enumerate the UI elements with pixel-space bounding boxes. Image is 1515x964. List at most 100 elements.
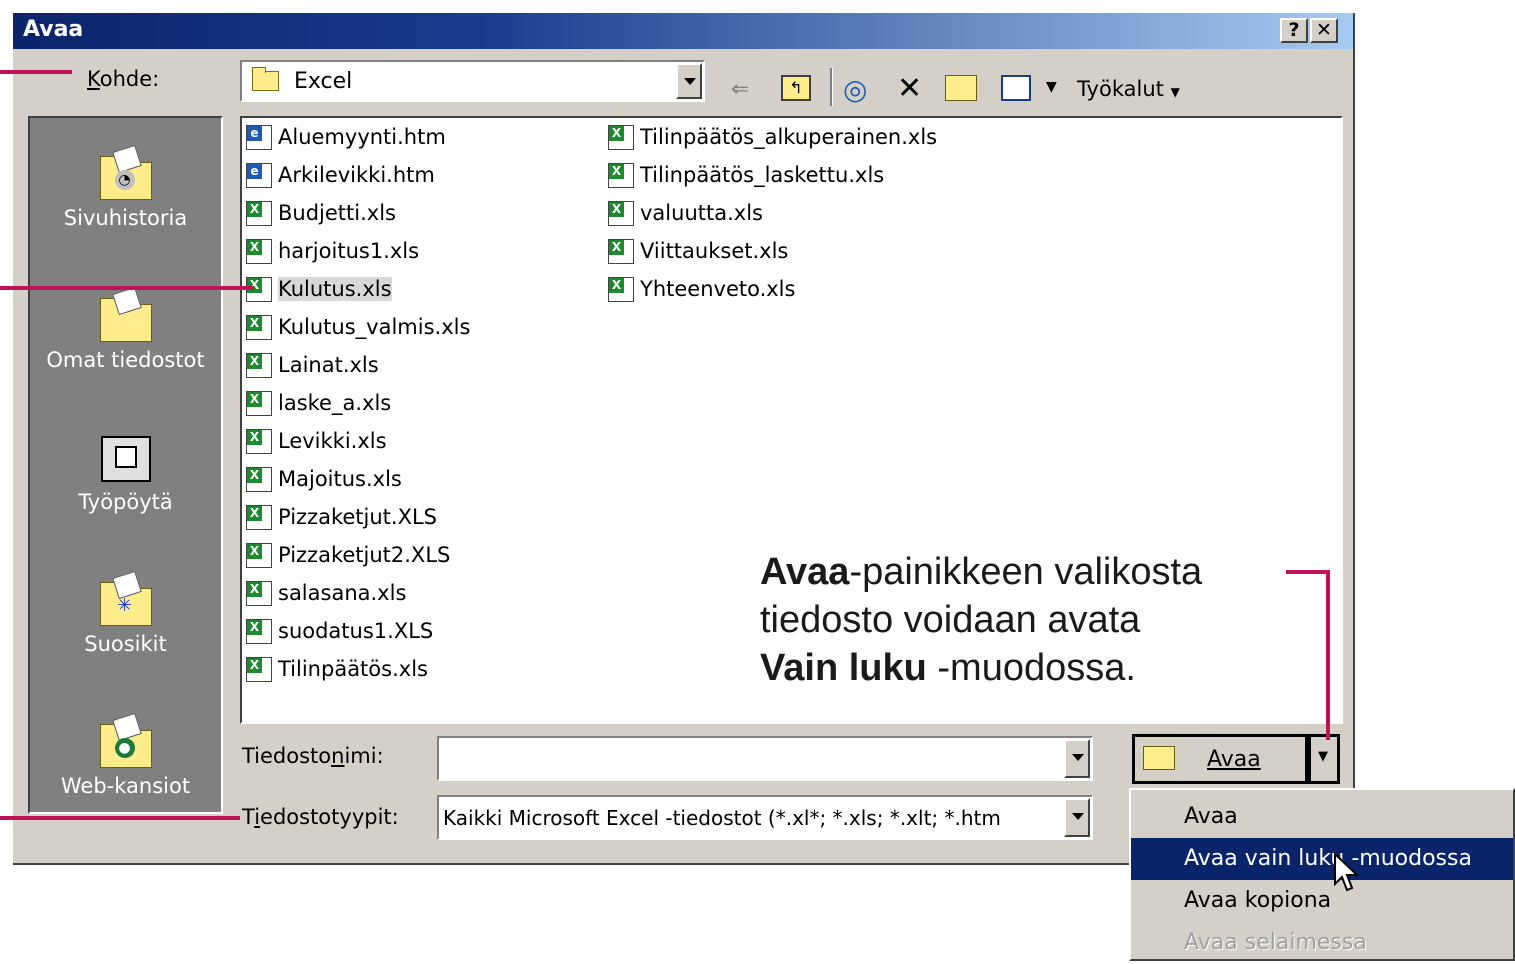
file-item[interactable]: Aluemyynti.htm (244, 121, 446, 153)
excel-file-icon (244, 503, 274, 531)
excel-file-icon (244, 655, 274, 683)
callout-bold-read-only: Vain luku (760, 647, 927, 689)
close-button[interactable]: ✕ (1310, 18, 1338, 43)
filetype-select[interactable]: Kaikki Microsoft Excel -tiedostot (*.xl*… (437, 795, 1093, 840)
chevron-down-icon: ▼ (1318, 749, 1328, 764)
mouse-cursor-icon (1334, 852, 1360, 892)
place-desktop[interactable]: Työpöytä (30, 432, 221, 514)
menu-item-label: Avaa selaimessa (1184, 930, 1367, 955)
excel-file-icon (244, 351, 274, 379)
file-name: Majoitus.xls (278, 467, 402, 491)
excel-file-icon (606, 237, 636, 265)
help-button[interactable]: ? (1280, 18, 1308, 43)
menu-item-open-in-browser: Avaa selaimessa (1131, 922, 1513, 964)
filename-field[interactable] (437, 736, 1093, 781)
views-dropdown-icon[interactable]: ▼ (1046, 79, 1057, 95)
file-item[interactable]: harjoitus1.xls (244, 235, 419, 267)
callout-line-1: Avaa-painikkeen valikosta (760, 548, 1202, 596)
place-label: Web-kansiot (60, 774, 191, 798)
search-web-icon[interactable]: ◎ (843, 73, 867, 106)
menu-item-open[interactable]: Avaa (1131, 796, 1513, 838)
look-in-label-rest: ohde: (99, 67, 160, 91)
file-name: Tilinpäätös_laskettu.xls (640, 163, 885, 187)
place-favorites[interactable]: ✳ Suosikit (30, 570, 221, 656)
toolbar-separator (830, 68, 833, 106)
place-label: Suosikit (84, 632, 167, 656)
file-item[interactable]: Tilinpäätös.xls (244, 653, 428, 685)
folder-icon (252, 67, 279, 91)
delete-icon[interactable]: ✕ (897, 71, 922, 106)
file-name: Lainat.xls (278, 353, 379, 377)
place-web-folders[interactable]: ● Web-kansiot (30, 712, 221, 798)
file-item[interactable]: Arkilevikki.htm (244, 159, 435, 191)
excel-file-icon (244, 541, 274, 569)
file-name: Pizzaketjut.XLS (278, 505, 437, 529)
file-name: Pizzaketjut2.XLS (278, 543, 451, 567)
callout-text-1: -painikkeen valikosta (849, 551, 1203, 593)
open-dropdown-button[interactable]: ▼ (1308, 734, 1340, 784)
file-item[interactable]: Pizzaketjut.XLS (244, 501, 437, 533)
file-item[interactable]: Kulutus_valmis.xls (244, 311, 470, 343)
look-in-value: Excel (294, 69, 353, 94)
file-name: laske_a.xls (278, 391, 392, 415)
callout-line-file-selected (0, 286, 254, 290)
excel-file-icon (244, 465, 274, 493)
title-bar[interactable]: Avaa ? ✕ (13, 13, 1353, 49)
callout-line-vertical (1326, 570, 1330, 740)
open-options-menu: Avaa Avaa vain luku -muodossa Avaa kopio… (1129, 788, 1515, 961)
file-item[interactable]: Pizzaketjut2.XLS (244, 539, 450, 571)
places-bar: ◔ Sivuhistoria Omat tiedostot Työpöytä ✳… (28, 116, 223, 814)
callout-line-look-in (0, 70, 72, 74)
open-dialog: Avaa ? ✕ Kohde: Excel ⇐ ↰ ◎ ✕ ▼ Työkalut… (13, 13, 1355, 865)
callout-text-3: -muodossa. (926, 647, 1136, 689)
open-button[interactable]: Avaa (1132, 734, 1308, 784)
place-history[interactable]: ◔ Sivuhistoria (30, 144, 221, 230)
callout-bold-avaa: Avaa (760, 551, 850, 593)
file-item[interactable]: Viittaukset.xls (606, 235, 788, 267)
filetype-dropdown-button[interactable] (1064, 798, 1090, 837)
file-name: Budjetti.xls (278, 201, 396, 225)
look-in-combo[interactable]: Excel (240, 60, 705, 102)
file-item[interactable]: Majoitus.xls (244, 463, 402, 495)
file-item[interactable]: suodatus1.XLS (244, 615, 433, 647)
views-icon[interactable] (1001, 75, 1031, 101)
desktop-icon (97, 432, 155, 486)
file-item[interactable]: Tilinpäätös_alkuperainen.xls (606, 121, 937, 153)
look-in-label: Kohde: (87, 67, 160, 91)
filetype-value: Kaikki Microsoft Excel -tiedostot (*.xl*… (443, 806, 1001, 830)
file-name: Yhteenveto.xls (640, 277, 796, 301)
file-name: harjoitus1.xls (278, 239, 420, 263)
file-name: valuutta.xls (640, 201, 763, 225)
file-item[interactable]: valuutta.xls (606, 197, 763, 229)
file-name: Levikki.xls (278, 429, 387, 453)
file-item-selected[interactable]: Kulutus.xls (244, 273, 392, 305)
file-item[interactable]: laske_a.xls (244, 387, 391, 419)
place-my-documents[interactable]: Omat tiedostot (30, 286, 221, 372)
filename-label: Tiedostonimi: (242, 744, 384, 768)
excel-web-file-icon (244, 123, 274, 151)
look-in-dropdown-button[interactable] (676, 63, 702, 99)
excel-file-icon (244, 237, 274, 265)
file-item[interactable]: salasana.xls (244, 577, 406, 609)
file-item[interactable]: Lainat.xls (244, 349, 379, 381)
file-item[interactable]: Yhteenveto.xls (606, 273, 795, 305)
callout-line-file-type (0, 816, 240, 820)
web-folders-icon: ● (97, 712, 155, 770)
place-label: Sivuhistoria (63, 206, 188, 230)
tools-label: Työkalut (1077, 77, 1164, 101)
up-folder-icon[interactable]: ↰ (781, 75, 811, 101)
new-folder-icon[interactable] (945, 75, 977, 101)
menu-item-open-read-only[interactable]: Avaa vain luku -muodossa (1131, 838, 1513, 880)
excel-file-icon (244, 389, 274, 417)
filetype-label: Tiedostotyypit: (242, 805, 399, 829)
file-item[interactable]: Levikki.xls (244, 425, 387, 457)
back-arrow-icon[interactable]: ⇐ (731, 77, 749, 102)
tools-menu[interactable]: Työkalut ▼ (1077, 77, 1180, 101)
menu-item-open-copy[interactable]: Avaa kopiona (1131, 880, 1513, 922)
excel-file-icon (244, 199, 274, 227)
favorites-icon: ✳ (97, 570, 155, 628)
excel-file-icon (244, 579, 274, 607)
file-item[interactable]: Tilinpäätös_laskettu.xls (606, 159, 884, 191)
file-item[interactable]: Budjetti.xls (244, 197, 396, 229)
filename-dropdown-button[interactable] (1064, 739, 1090, 778)
